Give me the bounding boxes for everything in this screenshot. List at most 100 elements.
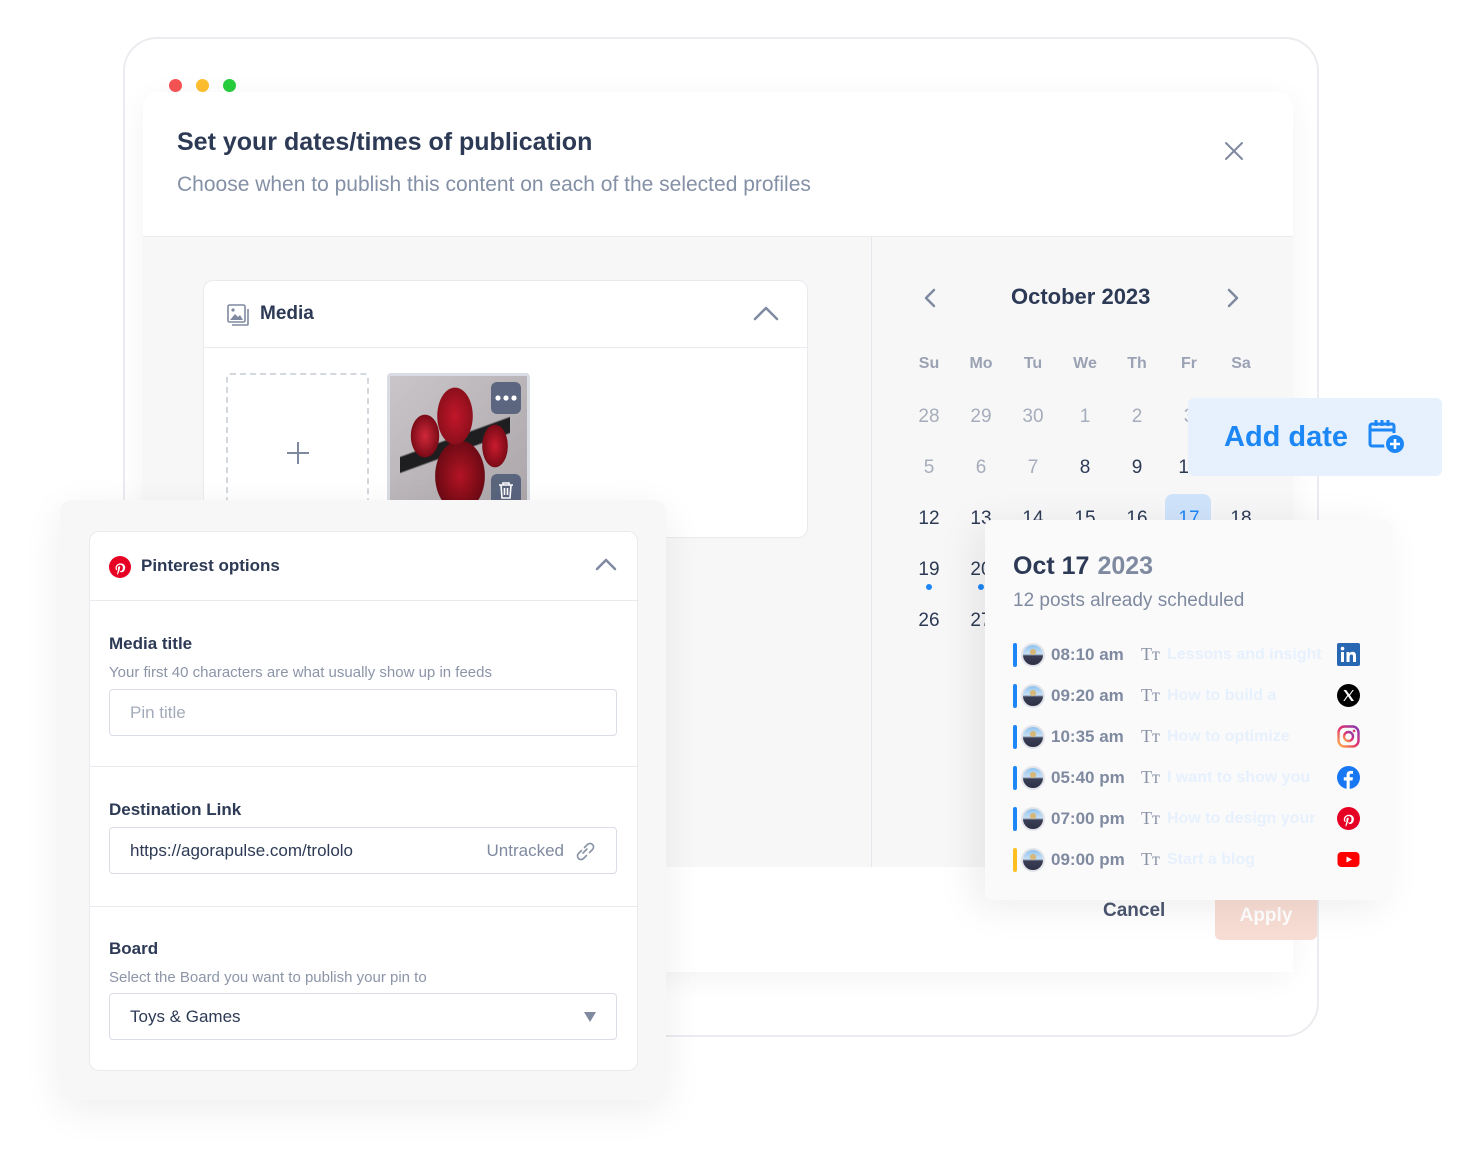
calendar-day[interactable]: 2 (1111, 406, 1163, 457)
weekday-label: Sa (1231, 355, 1251, 372)
post-time: 10:35 am (1051, 726, 1124, 746)
calendar-day[interactable]: 5 (903, 457, 955, 508)
scheduled-post-list: 08:10 am Tт Lessons and insight 09:20 am Tт H… (1013, 634, 1383, 880)
calendar-day[interactable]: 28 (903, 406, 955, 457)
scheduled-post-item[interactable]: 09:00 pm Tт Start a blog (1013, 839, 1383, 880)
scheduled-indicator-dot (978, 584, 984, 590)
caret-down-icon (584, 1011, 596, 1022)
media-title-label: Media title (109, 634, 193, 653)
post-time: 05:40 pm (1051, 767, 1125, 787)
profile-avatar (1021, 765, 1045, 790)
trash-icon (499, 482, 513, 499)
calendar-day[interactable]: 1 (1059, 406, 1111, 457)
destination-link-value: https://agorapulse.com/trololo (130, 840, 354, 860)
profile-avatar (1021, 642, 1045, 667)
window-minimize-button[interactable] (196, 79, 209, 92)
calendar-day-number: 8 (1079, 457, 1091, 478)
dialog-title: Set your dates/times of publication (177, 128, 593, 156)
cancel-button[interactable]: Cancel (1103, 900, 1165, 922)
profile-avatar (1021, 683, 1045, 708)
image-icon (227, 304, 249, 326)
add-date-label: Add date (1224, 420, 1349, 453)
calendar-day-number: 28 (918, 406, 940, 427)
calendar-day[interactable]: 26 (903, 610, 955, 661)
post-time: 09:00 pm (1051, 849, 1125, 869)
calendar-day-number: 7 (1027, 457, 1039, 478)
post-status-bar (1013, 806, 1017, 831)
youtube-icon (1337, 848, 1360, 871)
pinterest-options-panel: Pinterest options Media title Your first… (60, 500, 666, 1100)
post-text-preview: Start a blog (1167, 850, 1256, 868)
tracking-status[interactable]: Untracked (487, 840, 596, 862)
weekday-label: Su (918, 355, 940, 372)
scheduled-post-item[interactable]: 10:35 am Tт How to optimize (1013, 716, 1383, 757)
post-status-bar (1013, 683, 1017, 708)
pin-title-placeholder: Pin title (130, 702, 186, 722)
pinterest-icon (109, 556, 131, 578)
chevron-up-icon[interactable] (753, 305, 779, 321)
calendar-day[interactable]: 9 (1111, 457, 1163, 508)
window-controls (169, 79, 236, 92)
calendar-day[interactable]: 8 (1059, 457, 1111, 508)
calendar-day-number: 12 (918, 508, 940, 529)
add-date-button[interactable]: Add date (1188, 398, 1442, 476)
calendar-day-number: 19 (918, 559, 940, 580)
weekday-label: Fr (1181, 355, 1197, 372)
scheduled-post-item[interactable]: 09:20 am Tт How to build a (1013, 675, 1383, 716)
calendar-day-number: 29 (970, 406, 992, 427)
text-post-icon: Tт (1141, 808, 1160, 828)
dialog-subtitle: Choose when to publish this content on e… (177, 173, 811, 196)
close-button[interactable] (1223, 140, 1245, 162)
board-label: Board (109, 939, 159, 958)
media-title-section: Media title Your first 40 characters are… (90, 601, 637, 767)
text-post-icon: Tт (1141, 644, 1160, 664)
calendar-day-number: 2 (1131, 406, 1143, 427)
window-close-button[interactable] (169, 79, 182, 92)
calendar-day-number: 1 (1079, 406, 1091, 427)
pinterest-options-header[interactable]: Pinterest options (90, 532, 637, 601)
scheduled-post-item[interactable]: 05:40 pm Tт I want to show you (1013, 757, 1383, 798)
board-select[interactable]: Toys & Games (109, 993, 617, 1040)
calendar-day[interactable]: 12 (903, 508, 955, 559)
post-text-preview: How to design your (1167, 809, 1316, 827)
media-header[interactable]: Media (204, 281, 807, 348)
calendar-day[interactable]: 30 (1007, 406, 1059, 457)
scheduled-count: 12 posts already scheduled (1013, 590, 1245, 611)
chevron-up-icon[interactable] (595, 557, 617, 571)
scheduled-indicator-dot (926, 584, 932, 590)
window-maximize-button[interactable] (223, 79, 236, 92)
post-status-bar (1013, 765, 1017, 790)
post-text-preview: Lessons and insight (1167, 645, 1322, 663)
calendar-day[interactable]: 29 (955, 406, 1007, 457)
weekday-label: Mo (969, 355, 993, 372)
media-title-help: Your first 40 characters are what usuall… (109, 664, 492, 681)
dialog-header: Set your dates/times of publication Choo… (143, 92, 1293, 237)
post-time: 08:10 am (1051, 644, 1124, 664)
x-icon (1337, 684, 1360, 707)
pinterest-options-title: Pinterest options (141, 556, 280, 575)
calendar-day[interactable]: 19 (903, 559, 955, 610)
profile-avatar (1021, 847, 1045, 872)
calendar-day-number: 9 (1131, 457, 1143, 478)
text-post-icon: Tт (1141, 726, 1160, 746)
calendar-add-icon (1368, 420, 1407, 455)
instagram-icon (1337, 725, 1360, 748)
calendar-day[interactable]: 6 (955, 457, 1007, 508)
calendar-day-number: 5 (923, 457, 935, 478)
post-text-preview: How to optimize (1167, 727, 1290, 745)
calendar-day-number: 6 (975, 457, 987, 478)
popover-date: Oct 17 2023 (1013, 552, 1153, 581)
more-dots-icon (495, 395, 517, 401)
pin-title-input[interactable]: Pin title (109, 689, 617, 736)
calendar-day[interactable]: 7 (1007, 457, 1059, 508)
scheduled-post-item[interactable]: 08:10 am Tт Lessons and insight (1013, 634, 1383, 675)
previous-month-button[interactable] (923, 287, 937, 309)
next-month-button[interactable] (1226, 287, 1240, 309)
text-post-icon: Tт (1141, 767, 1160, 787)
destination-link-input[interactable]: https://agorapulse.com/trololo Untracked (109, 827, 617, 874)
tracking-label: Untracked (486, 840, 564, 860)
scheduled-post-item[interactable]: 07:00 pm Tт How to design your (1013, 798, 1383, 839)
panel-divider (871, 237, 872, 867)
media-more-button[interactable] (491, 382, 521, 414)
post-status-bar (1013, 847, 1017, 872)
